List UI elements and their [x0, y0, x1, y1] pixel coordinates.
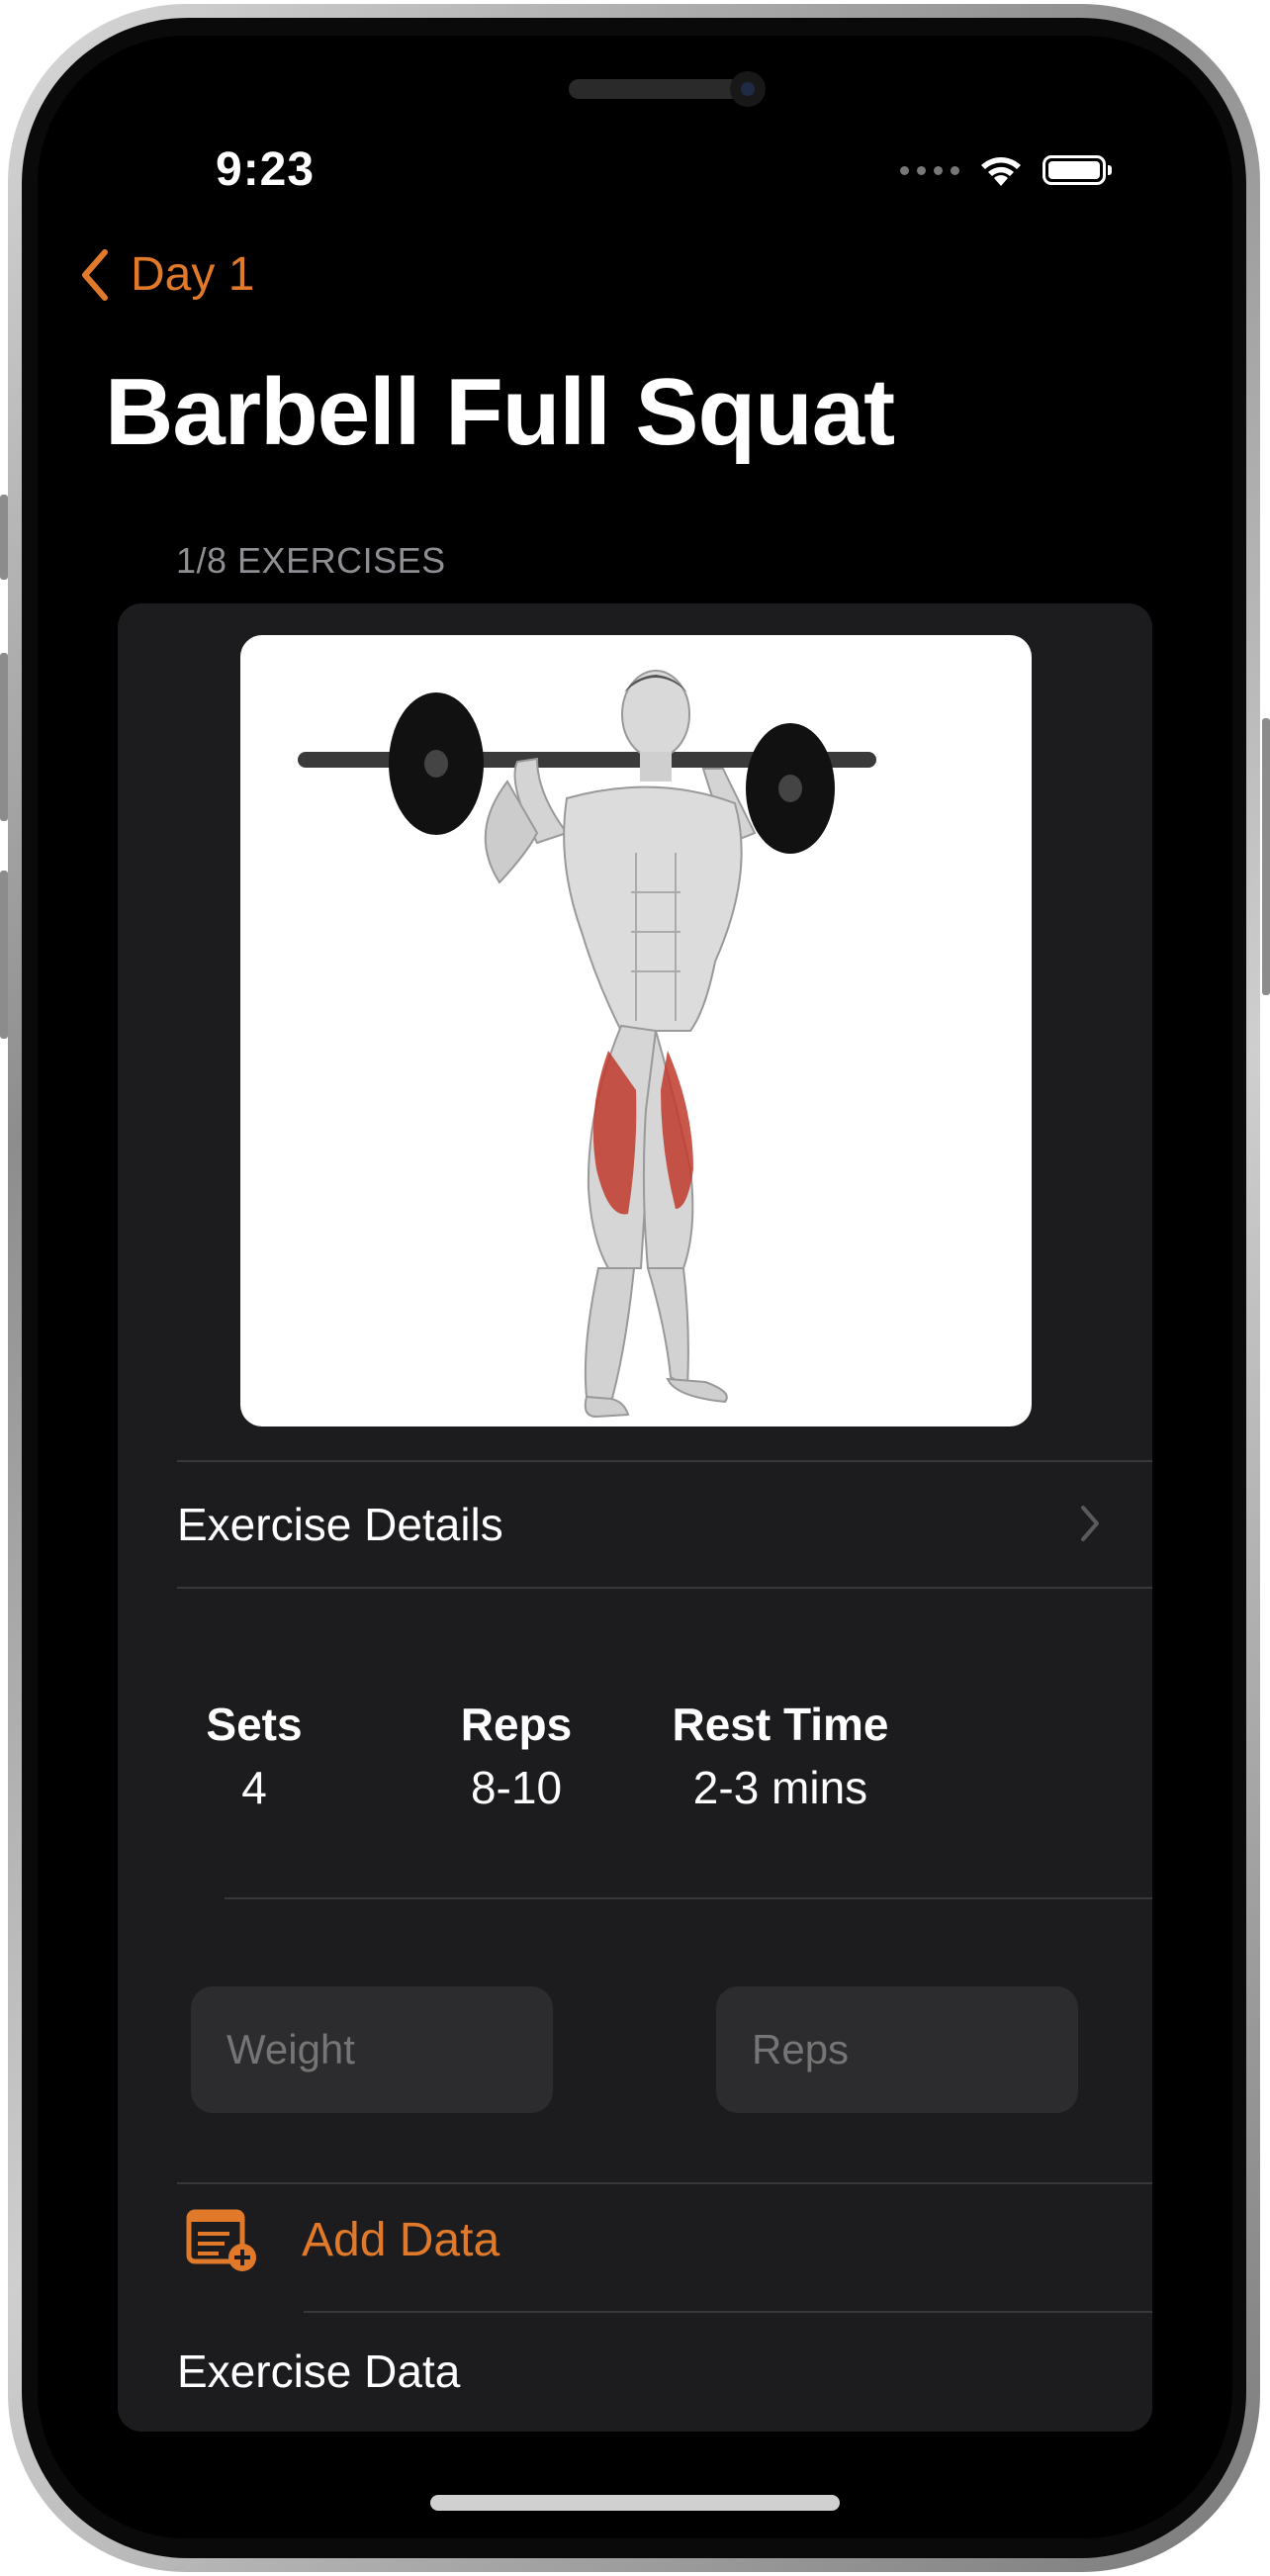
earpiece-speaker [569, 79, 741, 99]
add-note-icon [186, 2209, 256, 2271]
stat-value: 8-10 [470, 1762, 563, 1813]
exercise-details-label: Exercise Details [177, 1499, 503, 1550]
power-button [1262, 718, 1270, 995]
stat-label: Sets [206, 1699, 303, 1750]
stat-sets: Sets 4 [195, 1698, 314, 1814]
chevron-left-icon [82, 248, 108, 301]
reps-input[interactable] [716, 1986, 1078, 2113]
divider [225, 1897, 1152, 1899]
divider [177, 2182, 1152, 2184]
exercise-card: Exercise Details Sets 4 Reps 8-10 Rest T… [118, 603, 1152, 2432]
back-button-label: Day 1 [131, 248, 255, 301]
stat-value: 2-3 mins [692, 1762, 868, 1813]
cellular-signal-icon [900, 165, 959, 175]
status-time: 9:23 [216, 143, 316, 196]
volume-up-button [0, 653, 8, 821]
battery-icon [1043, 155, 1112, 185]
volume-down-button [0, 871, 8, 1039]
stat-rest-time: Rest Time 2-3 mins [642, 1698, 919, 1814]
status-icons [900, 150, 1112, 190]
add-data-button[interactable]: Add Data [185, 2206, 499, 2273]
screen: 9:23 Day 1 Barbell Full Squat 1/8 EXERCI… [38, 36, 1232, 2538]
exercise-data-label: Exercise Data [177, 2346, 461, 2397]
page-title: Barbell Full Squat [105, 359, 895, 465]
barbell-squat-figure [298, 670, 876, 1419]
back-button[interactable]: Day 1 [79, 247, 254, 302]
wifi-icon [981, 157, 1021, 186]
exercise-illustration [240, 635, 1032, 1426]
divider [177, 1587, 1152, 1589]
mute-switch [0, 495, 8, 580]
stat-label: Reps [460, 1699, 573, 1750]
stat-value: 4 [241, 1762, 267, 1813]
front-camera [730, 71, 766, 107]
section-header: 1/8 EXERCISES [176, 540, 446, 581]
chevron-right-icon [1081, 1506, 1099, 1541]
stat-reps: Reps 8-10 [442, 1698, 590, 1814]
weight-input[interactable] [191, 1986, 553, 2113]
stat-label: Rest Time [672, 1699, 889, 1750]
add-data-label: Add Data [302, 2213, 500, 2266]
exercise-data-row[interactable]: Exercise Data [177, 2313, 1152, 2430]
home-indicator[interactable] [430, 2495, 840, 2511]
exercise-details-row[interactable]: Exercise Details [177, 1462, 1152, 1587]
